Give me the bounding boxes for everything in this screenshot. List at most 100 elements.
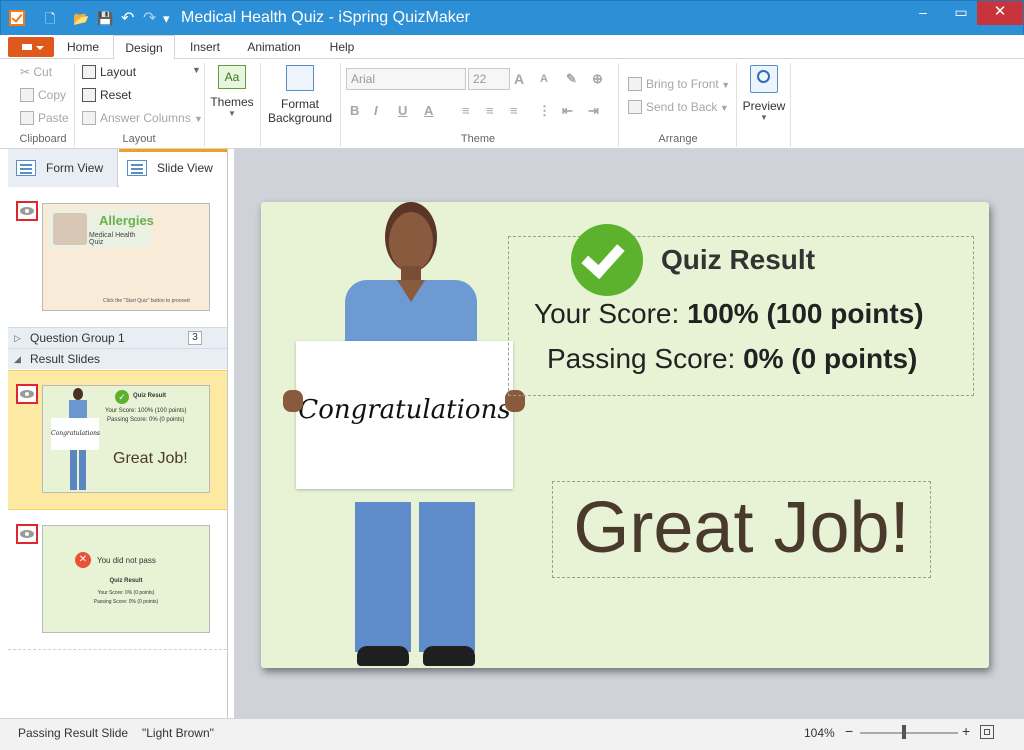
question-group-row[interactable]: ▷ Question Group 1 3 [8,327,227,348]
increase-indent-icon[interactable]: ⇥ [588,103,599,119]
close-button[interactable]: ✕ [977,1,1023,25]
paste-icon [20,111,34,125]
visibility-eye-icon[interactable] [16,384,38,404]
great-job-text: Great Job! [573,488,910,568]
intro-subtitle: Medical Health Quiz [89,232,136,246]
tab-insert[interactable]: Insert [180,35,230,59]
chevron-down-icon: ▼ [760,113,768,122]
open-folder-icon[interactable]: 📂 [73,10,89,28]
tab-form-view[interactable]: Form View [8,149,118,187]
cut-label: Cut [33,65,53,79]
new-file-icon[interactable]: 🗋 [45,10,55,28]
theme-name-status: "Light Brown" [142,726,214,740]
bullets-icon[interactable]: ⋮ [538,103,551,119]
fail-slide-thumbnail[interactable]: ✕ You did not pass Quiz Result Your Scor… [42,525,210,633]
theme-group-label: Theme [460,133,496,145]
slide-name-status: Passing Result Slide [18,726,129,740]
visibility-eye-icon[interactable] [16,201,38,221]
arrange-group-label: Arrange [658,133,698,145]
answer-columns-button[interactable]: Answer Columns ▼ [82,111,203,125]
quiz-result-heading: Quiz Result [661,244,816,275]
pass-thumb-title: Quiz Result [133,393,167,399]
underline-icon[interactable]: U [398,103,407,118]
layout-group-label: Layout [122,133,156,145]
reset-button[interactable]: Reset [82,88,131,102]
redo-icon[interactable]: ↷ [143,10,156,28]
zoom-slider-thumb[interactable] [902,725,906,739]
passing-result-slide[interactable]: Congratulations Quiz Result Your Score: … [261,202,989,668]
chevron-down-icon [36,46,44,50]
send-to-back-button[interactable]: Send to Back ▼ [628,100,729,114]
chevron-down-icon: ▼ [718,80,731,90]
visibility-eye-icon[interactable] [16,524,38,544]
save-icon[interactable]: 💾 [97,10,113,28]
separator [74,63,75,147]
passing-score-value: 0% (0 points) [743,343,918,374]
themes-icon: Aa [218,65,246,89]
slides-panel: Form View Slide View Allergies Medical H… [8,149,228,718]
align-left-icon[interactable]: ≡ [462,103,470,118]
columns-icon [82,111,96,125]
file-menu-button[interactable] [8,37,54,57]
undo-icon[interactable]: ↶ [121,10,134,28]
bring-to-front-label: Bring to Front [646,77,719,91]
customize-toolbar-icon[interactable]: ▾ [163,10,170,28]
tab-home[interactable]: Home [58,35,108,59]
form-view-label: Form View [46,161,104,175]
themes-button[interactable]: Aa Themes ▼ [210,63,254,129]
intro-slide-thumbnail[interactable]: Allergies Medical Health Quiz Click the … [42,203,210,311]
shrink-font-icon[interactable]: A [540,73,548,85]
format-background-button[interactable]: Format Background [264,63,336,129]
allergy-person-image [53,213,87,245]
answer-columns-label: Answer Columns [100,111,191,125]
separator [204,63,205,147]
window-title: Medical Health Quiz - iSpring QuizMaker [181,9,470,26]
preview-button[interactable]: Preview ▼ [742,63,786,129]
file-menu-icon [22,44,32,50]
result-slides-row[interactable]: ◢ Result Slides [8,348,227,369]
tab-design[interactable]: Design [113,35,175,60]
question-count-badge: 3 [188,331,202,345]
congratulations-text: Congratulations [298,395,511,425]
separator [260,63,261,147]
congratulations-sign[interactable]: Congratulations [296,341,513,489]
zoom-slider-track[interactable] [860,732,958,734]
send-to-back-icon [628,100,642,114]
symbol-icon[interactable]: ⊕ [592,71,603,87]
layout-button[interactable]: Layout ▼ [82,65,201,79]
font-color-icon[interactable]: A [424,103,433,118]
zoom-in-button[interactable]: + [962,723,970,739]
pass-slide-thumbnail[interactable]: Congratulations ✓ Quiz Result Your Score… [42,385,210,493]
separator [790,63,791,147]
decrease-indent-icon[interactable]: ⇤ [562,103,573,119]
tab-slide-view[interactable]: Slide View [119,149,227,187]
italic-icon[interactable]: I [374,103,378,118]
tab-help[interactable]: Help [318,35,366,59]
maximize-button[interactable]: ▭ [943,1,979,25]
clear-format-icon[interactable]: ✎ [566,71,577,87]
paste-button[interactable]: Paste [20,111,69,125]
cut-button[interactable]: ✂ Cut [20,65,52,79]
bring-to-front-button[interactable]: Bring to Front ▼ [628,77,730,91]
passing-score-label: Passing Score: [547,343,744,374]
reset-icon [82,88,96,102]
minimize-button[interactable]: – [905,1,941,25]
bold-icon[interactable]: B [350,103,359,118]
form-view-icon [16,160,36,176]
chevron-down-icon: ▼ [194,114,203,124]
fit-to-window-icon[interactable] [980,725,994,739]
align-right-icon[interactable]: ≡ [510,103,518,118]
font-family-select[interactable]: Arial [346,68,466,90]
collapse-arrow-icon[interactable]: ◢ [14,349,21,369]
intro-banner: Allergies Medical Health Quiz [49,210,154,248]
zoom-out-button[interactable]: − [845,723,853,739]
copy-button[interactable]: Copy [20,88,66,102]
your-score-line: Your Score: 100% (100 points) [534,298,924,330]
expand-arrow-icon[interactable]: ▷ [14,328,21,348]
fail-x-icon: ✕ [75,552,91,568]
tab-animation[interactable]: Animation [238,35,310,59]
font-size-select[interactable]: 22 [468,68,510,90]
grow-font-icon[interactable]: A [514,71,524,87]
fail-thumb-passing: Passing Score: 0% (0 points) [93,599,159,605]
align-center-icon[interactable]: ≡ [486,103,494,118]
